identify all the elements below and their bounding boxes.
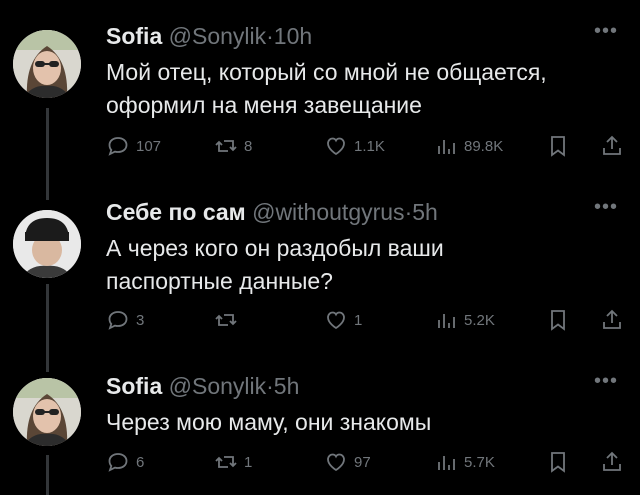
repost-button[interactable]: 8	[214, 134, 252, 158]
share-icon	[603, 135, 621, 155]
tweet-text: Мой отец, который со мной не общается, о…	[106, 56, 626, 122]
like-button[interactable]: 1	[324, 308, 362, 332]
reply-button[interactable]: 107	[106, 134, 161, 158]
like-icon	[327, 311, 345, 330]
tweet-text-line: паспортные данные?	[106, 268, 333, 294]
timestamp[interactable]: 5h	[412, 199, 438, 225]
tweet-header: Sofia @Sonylik·5h	[106, 372, 299, 400]
display-name[interactable]: Себе по сам	[106, 199, 246, 225]
views-button[interactable]: 5.2K	[434, 308, 495, 332]
bookmark-button[interactable]	[546, 134, 570, 158]
like-count: 1	[354, 311, 363, 329]
action-bar: 107 8 1.1K 89.8K	[106, 134, 626, 164]
like-icon	[327, 137, 345, 156]
like-icon	[327, 453, 345, 472]
share-icon	[603, 309, 621, 329]
tweet[interactable]: Себе по сам @withoutgyrus·5h ••• А через…	[0, 197, 640, 348]
more-options-icon[interactable]: •••	[594, 371, 618, 391]
reply-icon	[108, 137, 128, 156]
repost-count: 8	[244, 137, 253, 155]
action-bar: 3 1 5.2K	[106, 308, 626, 338]
tweet-text-line: Мой отец, который со мной не общается,	[106, 59, 547, 85]
reply-count: 6	[136, 453, 145, 471]
views-count: 89.8K	[464, 137, 504, 155]
views-count: 5.7K	[464, 453, 495, 471]
repost-icon	[215, 314, 237, 326]
separator-dot: ·	[266, 373, 274, 399]
timestamp[interactable]: 10h	[274, 23, 312, 49]
bookmark-icon	[551, 310, 565, 331]
separator-dot: ·	[266, 23, 274, 49]
action-bar: 6 1 97 5.7K	[106, 450, 626, 480]
tweet[interactable]: Sofia @Sonylik·5h ••• Через мою маму, он…	[0, 371, 640, 495]
avatar-man-image	[13, 210, 81, 278]
user-handle[interactable]: @Sonylik	[169, 23, 267, 49]
like-button[interactable]: 97	[324, 450, 371, 474]
share-button[interactable]	[600, 308, 624, 332]
bookmark-icon	[551, 136, 565, 157]
tweet-text: А через кого он раздобыл ваши паспортные…	[106, 232, 626, 298]
reply-count: 3	[136, 311, 145, 329]
tweet-text-line: А через кого он раздобыл ваши	[106, 235, 444, 261]
more-options-icon[interactable]: •••	[594, 21, 618, 41]
share-button[interactable]	[600, 450, 624, 474]
user-handle[interactable]: @withoutgyrus	[252, 199, 404, 225]
repost-icon	[215, 140, 237, 152]
avatar-sofia-image	[13, 30, 81, 98]
more-options-icon[interactable]: •••	[594, 197, 618, 217]
reply-button[interactable]: 3	[106, 308, 144, 332]
avatar-sofia-image	[13, 378, 81, 446]
reply-icon	[108, 311, 128, 330]
tweet-text-line: Через мою маму, они знакомы	[106, 409, 432, 435]
tweet-header: Sofia @Sonylik·10h	[106, 22, 312, 50]
share-icon	[603, 451, 621, 471]
repost-button[interactable]	[214, 308, 244, 332]
avatar[interactable]	[13, 30, 81, 98]
timestamp[interactable]: 5h	[274, 373, 300, 399]
tweet[interactable]: Sofia @Sonylik·10h ••• Мой отец, который…	[0, 21, 640, 172]
like-count: 1.1K	[354, 137, 385, 155]
like-button[interactable]: 1.1K	[324, 134, 385, 158]
views-count: 5.2K	[464, 311, 495, 329]
views-button[interactable]: 5.7K	[434, 450, 495, 474]
tweet-text: Через мою маму, они знакомы	[106, 406, 626, 439]
views-button[interactable]: 89.8K	[434, 134, 503, 158]
repost-icon	[215, 456, 237, 468]
reply-button[interactable]: 6	[106, 450, 144, 474]
user-handle[interactable]: @Sonylik	[169, 373, 267, 399]
bookmark-button[interactable]	[546, 308, 570, 332]
display-name[interactable]: Sofia	[106, 23, 162, 49]
repost-count: 1	[244, 453, 253, 471]
share-button[interactable]	[600, 134, 624, 158]
views-icon	[438, 456, 455, 470]
display-name[interactable]: Sofia	[106, 373, 162, 399]
bookmark-icon	[551, 452, 565, 473]
avatar[interactable]	[13, 378, 81, 446]
avatar[interactable]	[13, 210, 81, 278]
views-icon	[438, 140, 455, 154]
views-icon	[438, 314, 455, 328]
reply-icon	[108, 453, 128, 472]
bookmark-button[interactable]	[546, 450, 570, 474]
tweet-text-line: оформил на меня завещание	[106, 92, 422, 118]
reply-count: 107	[136, 137, 162, 155]
tweet-header: Себе по сам @withoutgyrus·5h	[106, 198, 438, 226]
repost-button[interactable]: 1	[214, 450, 252, 474]
like-count: 97	[354, 453, 371, 471]
